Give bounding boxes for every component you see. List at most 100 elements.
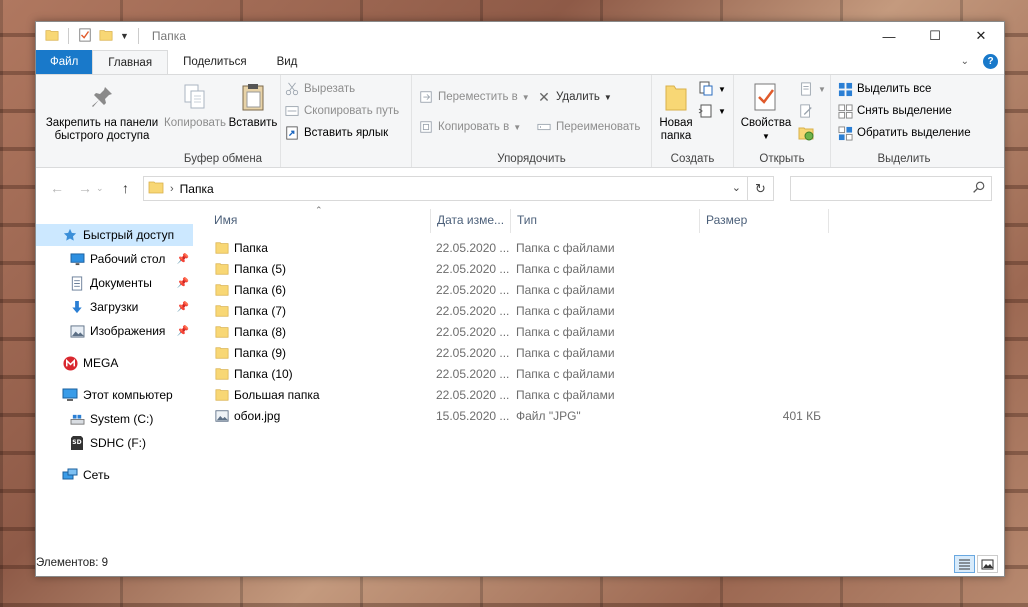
select-all-label: Выделить все: [857, 83, 932, 95]
select-group: Выделить все Снять выделение Обратить вы…: [831, 75, 977, 167]
sidebar-item-desktop[interactable]: Рабочий стол 📌: [36, 248, 193, 270]
select-all-button[interactable]: Выделить все: [837, 81, 931, 97]
large-icons-view-button[interactable]: [977, 555, 998, 573]
column-header-name[interactable]: Имя: [214, 213, 237, 227]
tab-view[interactable]: Вид: [262, 50, 313, 74]
column-header-type[interactable]: Тип: [517, 213, 537, 227]
table-row[interactable]: Папка 22.05.2020 ... Папка с файлами: [206, 238, 826, 259]
column-divider[interactable]: [430, 209, 431, 233]
paste-button[interactable]: Вставить: [228, 81, 278, 130]
sidebar-item-system-c[interactable]: System (C:): [36, 408, 193, 430]
back-arrow-icon[interactable]: ←: [50, 180, 64, 196]
table-row[interactable]: Папка (6) 22.05.2020 ... Папка с файлами: [206, 280, 826, 301]
svg-text:SD: SD: [72, 439, 81, 446]
copy-to-button[interactable]: Копировать в ▼: [418, 119, 521, 135]
invert-selection-icon: [837, 125, 853, 141]
tab-file[interactable]: Файл: [36, 50, 93, 74]
sidebar-item-quick-access[interactable]: Быстрый доступ: [36, 224, 193, 246]
address-history-chevron-icon[interactable]: ⌄: [732, 181, 741, 194]
new-folder-button[interactable]: Новая папка: [656, 81, 696, 143]
help-icon[interactable]: ?: [983, 54, 998, 69]
select-none-button[interactable]: Снять выделение: [837, 103, 952, 119]
table-row[interactable]: Папка (10) 22.05.2020 ... Папка с файлам…: [206, 364, 826, 385]
download-icon: [69, 299, 85, 315]
sidebar-item-label: Документы: [90, 276, 152, 290]
file-date: 22.05.2020 ...: [436, 304, 510, 318]
file-date: 22.05.2020 ...: [436, 325, 510, 339]
sidebar-item-mega[interactable]: MEGA: [36, 352, 193, 374]
pin-icon[interactable]: 📌: [177, 278, 189, 289]
edit-button[interactable]: [798, 103, 814, 119]
forward-arrow-icon[interactable]: →: [78, 180, 92, 196]
search-input[interactable]: [790, 176, 992, 201]
file-size: 401 КБ: [782, 409, 821, 423]
properties-dropdown-icon: ▼: [762, 132, 770, 141]
open-button[interactable]: ▼: [798, 81, 826, 97]
pin-icon[interactable]: 📌: [177, 302, 189, 313]
column-divider[interactable]: [510, 209, 511, 233]
minimize-button[interactable]: —: [866, 22, 912, 50]
copy-button[interactable]: Копировать: [162, 81, 228, 130]
move-to-button[interactable]: Переместить в ▼: [418, 89, 530, 105]
expand-ribbon-chevron-icon[interactable]: ⌄: [961, 56, 969, 67]
table-row[interactable]: Папка (5) 22.05.2020 ... Папка с файлами: [206, 259, 826, 280]
invert-selection-button[interactable]: Обратить выделение: [837, 125, 971, 141]
breadcrumb-current[interactable]: Папка: [180, 182, 214, 196]
navigation-pane: Быстрый доступ Рабочий стол 📌 Документы …: [36, 205, 196, 551]
sidebar-item-sdhc-f[interactable]: SD SDHC (F:): [36, 432, 193, 454]
breadcrumb-chevron-icon[interactable]: ›: [170, 183, 174, 195]
close-button[interactable]: ✕: [958, 22, 1004, 50]
sidebar-item-downloads[interactable]: Загрузки 📌: [36, 296, 193, 318]
sidebar-item-pictures[interactable]: Изображения 📌: [36, 320, 193, 342]
ribbon-tabs: Файл Главная Поделиться Вид ⌄ ?: [36, 50, 1004, 74]
refresh-icon[interactable]: ↻: [747, 177, 773, 200]
up-arrow-icon[interactable]: ↑: [122, 180, 129, 196]
select-group-label: Выделить: [877, 153, 931, 165]
pin-label-line1: Закрепить на панели: [45, 117, 159, 129]
tab-home[interactable]: Главная: [92, 50, 169, 74]
column-header-size[interactable]: Размер: [706, 213, 747, 227]
easy-access-button[interactable]: ▼: [698, 103, 726, 119]
new-item-dropdown-icon: ▼: [718, 84, 726, 94]
file-type: Папка с файлами: [516, 262, 615, 276]
rename-label: Переименовать: [556, 121, 641, 133]
new-item-icon: [698, 81, 714, 97]
folder-icon: [215, 241, 229, 258]
delete-button[interactable]: ✕ Удалить ▼: [536, 89, 612, 105]
properties-button[interactable]: Свойства ▼: [738, 81, 794, 143]
easy-access-dropdown-icon: ▼: [718, 106, 726, 116]
table-row[interactable]: Папка (8) 22.05.2020 ... Папка с файлами: [206, 322, 826, 343]
column-divider[interactable]: [828, 209, 829, 233]
table-row[interactable]: Большая папка 22.05.2020 ... Папка с фай…: [206, 385, 826, 406]
details-view-button[interactable]: [954, 555, 975, 573]
new-folder-icon[interactable]: [99, 28, 113, 45]
table-row[interactable]: Папка (7) 22.05.2020 ... Папка с файлами: [206, 301, 826, 322]
open-group: Свойства ▼ ▼ Открыть: [734, 75, 831, 167]
select-none-icon: [837, 103, 853, 119]
recent-locations-chevron-icon[interactable]: ⌄: [96, 183, 104, 194]
properties-icon[interactable]: [78, 27, 92, 45]
pin-icon[interactable]: 📌: [177, 326, 189, 337]
column-divider[interactable]: [699, 209, 700, 233]
history-button[interactable]: [798, 125, 814, 141]
pin-label-line2: быстрого доступа: [54, 130, 150, 142]
column-header-date[interactable]: Дата изме...: [437, 213, 504, 227]
sidebar-item-label: SDHC (F:): [90, 436, 146, 450]
maximize-button[interactable]: ☐: [912, 22, 958, 50]
copy-to-label: Копировать в: [438, 121, 510, 133]
pin-icon[interactable]: 📌: [177, 254, 189, 265]
table-row[interactable]: Папка (9) 22.05.2020 ... Папка с файлами: [206, 343, 826, 364]
new-item-button[interactable]: ▼: [698, 81, 726, 97]
rename-button[interactable]: Переименовать: [536, 119, 640, 135]
sidebar-item-this-pc[interactable]: Этот компьютер: [36, 384, 193, 406]
table-row[interactable]: обои.jpg 15.05.2020 ... Файл "JPG" 401 К…: [206, 406, 826, 427]
address-bar[interactable]: › Папка ⌄ ↻: [143, 176, 774, 201]
sidebar-item-network[interactable]: Сеть: [36, 464, 193, 486]
pin-quick-access-button[interactable]: Закрепить на панели быстрого доступа: [40, 81, 164, 143]
desktop-icon: [69, 251, 85, 267]
search-icon: [972, 181, 985, 197]
explorer-body: Быстрый доступ Рабочий стол 📌 Документы …: [36, 205, 1004, 551]
customize-toolbar-chevron-icon[interactable]: ▼: [120, 31, 129, 41]
tab-share[interactable]: Поделиться: [168, 50, 262, 74]
sidebar-item-documents[interactable]: Документы 📌: [36, 272, 193, 294]
